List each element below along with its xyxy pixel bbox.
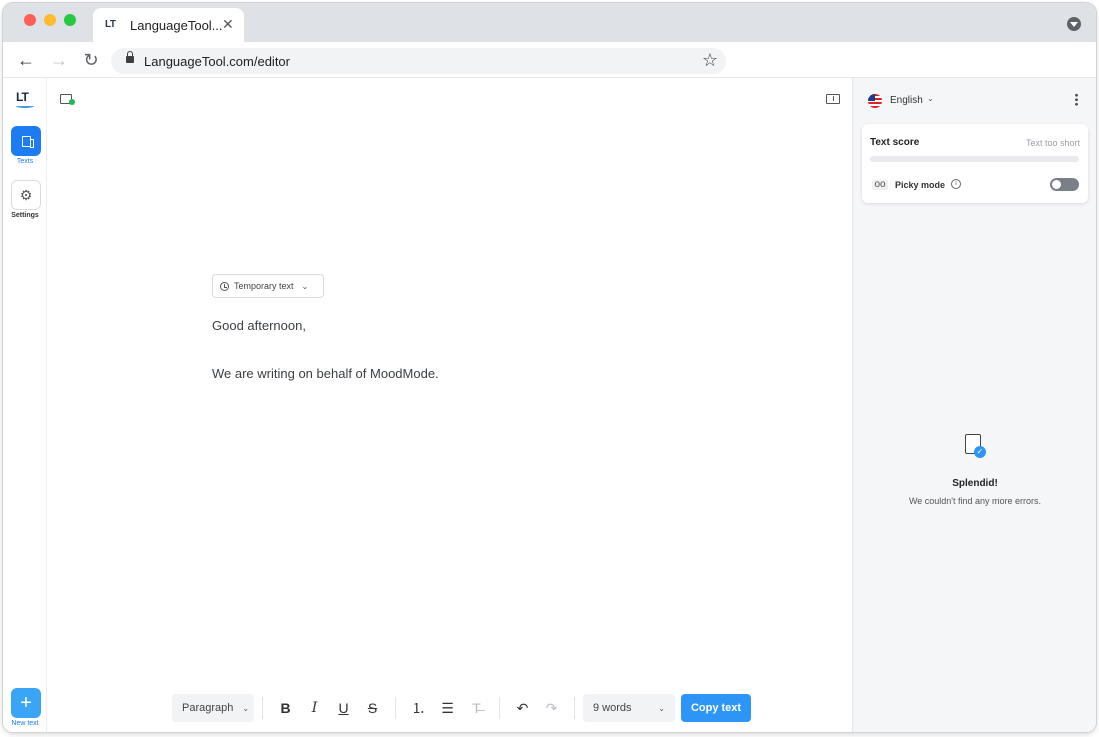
word-count-dropdown[interactable]: 9 words ⌄ bbox=[583, 694, 675, 722]
language-selector[interactable]: English bbox=[890, 95, 923, 106]
redo-icon: ↷ bbox=[545, 699, 558, 716]
clock-icon bbox=[220, 281, 229, 291]
url-text[interactable]: LanguageTool.com/editor bbox=[144, 54, 290, 69]
lock-icon bbox=[126, 51, 134, 63]
new-text-button[interactable]: + bbox=[11, 688, 41, 718]
text-score-card: Text score Text too short oo Picky mode … bbox=[862, 124, 1088, 203]
toggle-sidebar-icon[interactable] bbox=[826, 94, 840, 104]
languagetool-app: LT Texts ⚙ Settings + New text Temporary… bbox=[3, 78, 1096, 732]
checkmark-badge-icon: ✓ bbox=[974, 446, 986, 458]
bold-button[interactable]: B bbox=[271, 694, 300, 722]
block-style-select[interactable]: Paragraph ⌄ bbox=[172, 694, 254, 722]
empty-state-subtitle: We couldn't find any more errors. bbox=[908, 496, 1042, 506]
editor-area[interactable]: Temporary text ⌄ Good afternoon, We are … bbox=[47, 78, 852, 732]
underline-button[interactable]: U bbox=[329, 694, 358, 722]
nav-texts-button[interactable] bbox=[11, 126, 41, 156]
formatting-toolbar: Paragraph ⌄ B I U S ⒈ ☰ T̶ ↶ ↷ 9 words ⌄ bbox=[172, 692, 751, 724]
numbered-list-icon: ⒈ bbox=[411, 700, 426, 716]
picky-mode-label: Picky mode bbox=[895, 180, 946, 190]
assistant-sidebar: English ⌄ Text score Text too short oo P… bbox=[852, 78, 1096, 732]
bookmark-star-icon[interactable]: ☆ bbox=[702, 50, 718, 71]
reload-button[interactable]: ↻ bbox=[79, 48, 103, 72]
address-bar[interactable]: LanguageTool.com/editor ☆ bbox=[111, 48, 726, 74]
text-mode-dropdown[interactable]: Temporary text ⌄ bbox=[212, 274, 324, 298]
maximize-window-button[interactable] bbox=[64, 14, 76, 26]
numbered-list-button[interactable]: ⒈ bbox=[404, 694, 433, 722]
clear-format-icon: T̶ bbox=[472, 700, 481, 716]
nav-settings-button[interactable]: ⚙ bbox=[11, 180, 41, 210]
bullet-list-button[interactable]: ☰ bbox=[433, 694, 462, 722]
chevron-down-icon: ⌄ bbox=[301, 281, 309, 291]
close-window-button[interactable] bbox=[24, 14, 36, 26]
clear-format-button[interactable]: T̶ bbox=[462, 694, 491, 722]
glasses-icon: oo bbox=[872, 180, 888, 190]
us-flag-icon[interactable] bbox=[868, 94, 882, 108]
chevron-down-icon: ⌄ bbox=[242, 703, 250, 713]
minimize-window-button[interactable] bbox=[44, 14, 56, 26]
languagetool-logo[interactable]: LT bbox=[16, 90, 29, 104]
browser-titlebar: LT LanguageTool... ✕ bbox=[3, 3, 1096, 42]
tab-title: LanguageTool... bbox=[130, 18, 223, 33]
languagetool-favicon: LT bbox=[105, 19, 116, 30]
bullet-list-icon: ☰ bbox=[441, 699, 454, 716]
toolbar-divider bbox=[395, 697, 396, 719]
connection-status-dot bbox=[69, 99, 75, 105]
document-icon bbox=[21, 135, 34, 148]
tab-search-icon[interactable] bbox=[1067, 17, 1081, 31]
document-paragraph[interactable]: Good afternoon, bbox=[212, 318, 306, 333]
nav-settings-label[interactable]: Settings bbox=[3, 212, 47, 219]
browser-toolbar: ← → ↻ LanguageTool.com/editor ☆ bbox=[3, 42, 1096, 78]
toolbar-divider bbox=[262, 697, 263, 719]
toolbar-divider bbox=[574, 697, 575, 719]
browser-tab[interactable]: LT LanguageTool... ✕ bbox=[93, 8, 244, 42]
italic-button[interactable]: I bbox=[300, 694, 329, 722]
more-options-icon[interactable] bbox=[1075, 93, 1078, 106]
left-nav-rail: LT Texts ⚙ Settings + New text bbox=[3, 78, 47, 732]
browser-window: LT LanguageTool... ✕ ← → ↻ LanguageTool.… bbox=[3, 3, 1096, 732]
empty-state-title: Splendid! bbox=[952, 478, 998, 489]
document-paragraph[interactable]: We are writing on behalf of MoodMode. bbox=[212, 366, 439, 381]
copy-text-button[interactable]: Copy text bbox=[681, 694, 751, 722]
plus-icon: + bbox=[20, 691, 32, 714]
nav-texts-label[interactable]: Texts bbox=[3, 158, 47, 165]
chevron-down-icon[interactable]: ⌄ bbox=[927, 94, 934, 103]
text-mode-label: Temporary text bbox=[234, 281, 294, 291]
picky-mode-toggle[interactable] bbox=[1050, 178, 1079, 191]
gear-icon: ⚙ bbox=[19, 186, 33, 203]
forward-button[interactable]: → bbox=[47, 48, 71, 72]
undo-icon: ↶ bbox=[516, 699, 529, 716]
undo-button[interactable]: ↶ bbox=[508, 694, 537, 722]
text-score-bar bbox=[870, 156, 1079, 162]
word-count-value: 9 words bbox=[593, 702, 632, 714]
text-score-status: Text too short bbox=[1025, 138, 1080, 148]
logo-wave-icon bbox=[16, 104, 34, 108]
new-text-label[interactable]: New text bbox=[3, 720, 47, 727]
redo-button[interactable]: ↷ bbox=[537, 694, 566, 722]
tab-close-icon[interactable]: ✕ bbox=[222, 16, 234, 33]
toolbar-divider bbox=[499, 697, 500, 719]
info-icon[interactable]: i bbox=[951, 179, 961, 189]
back-button[interactable]: ← bbox=[14, 48, 38, 72]
chevron-down-icon: ⌄ bbox=[658, 703, 665, 713]
block-style-value: Paragraph bbox=[182, 702, 234, 714]
strikethrough-button[interactable]: S bbox=[358, 694, 387, 722]
text-score-title: Text score bbox=[870, 137, 920, 148]
